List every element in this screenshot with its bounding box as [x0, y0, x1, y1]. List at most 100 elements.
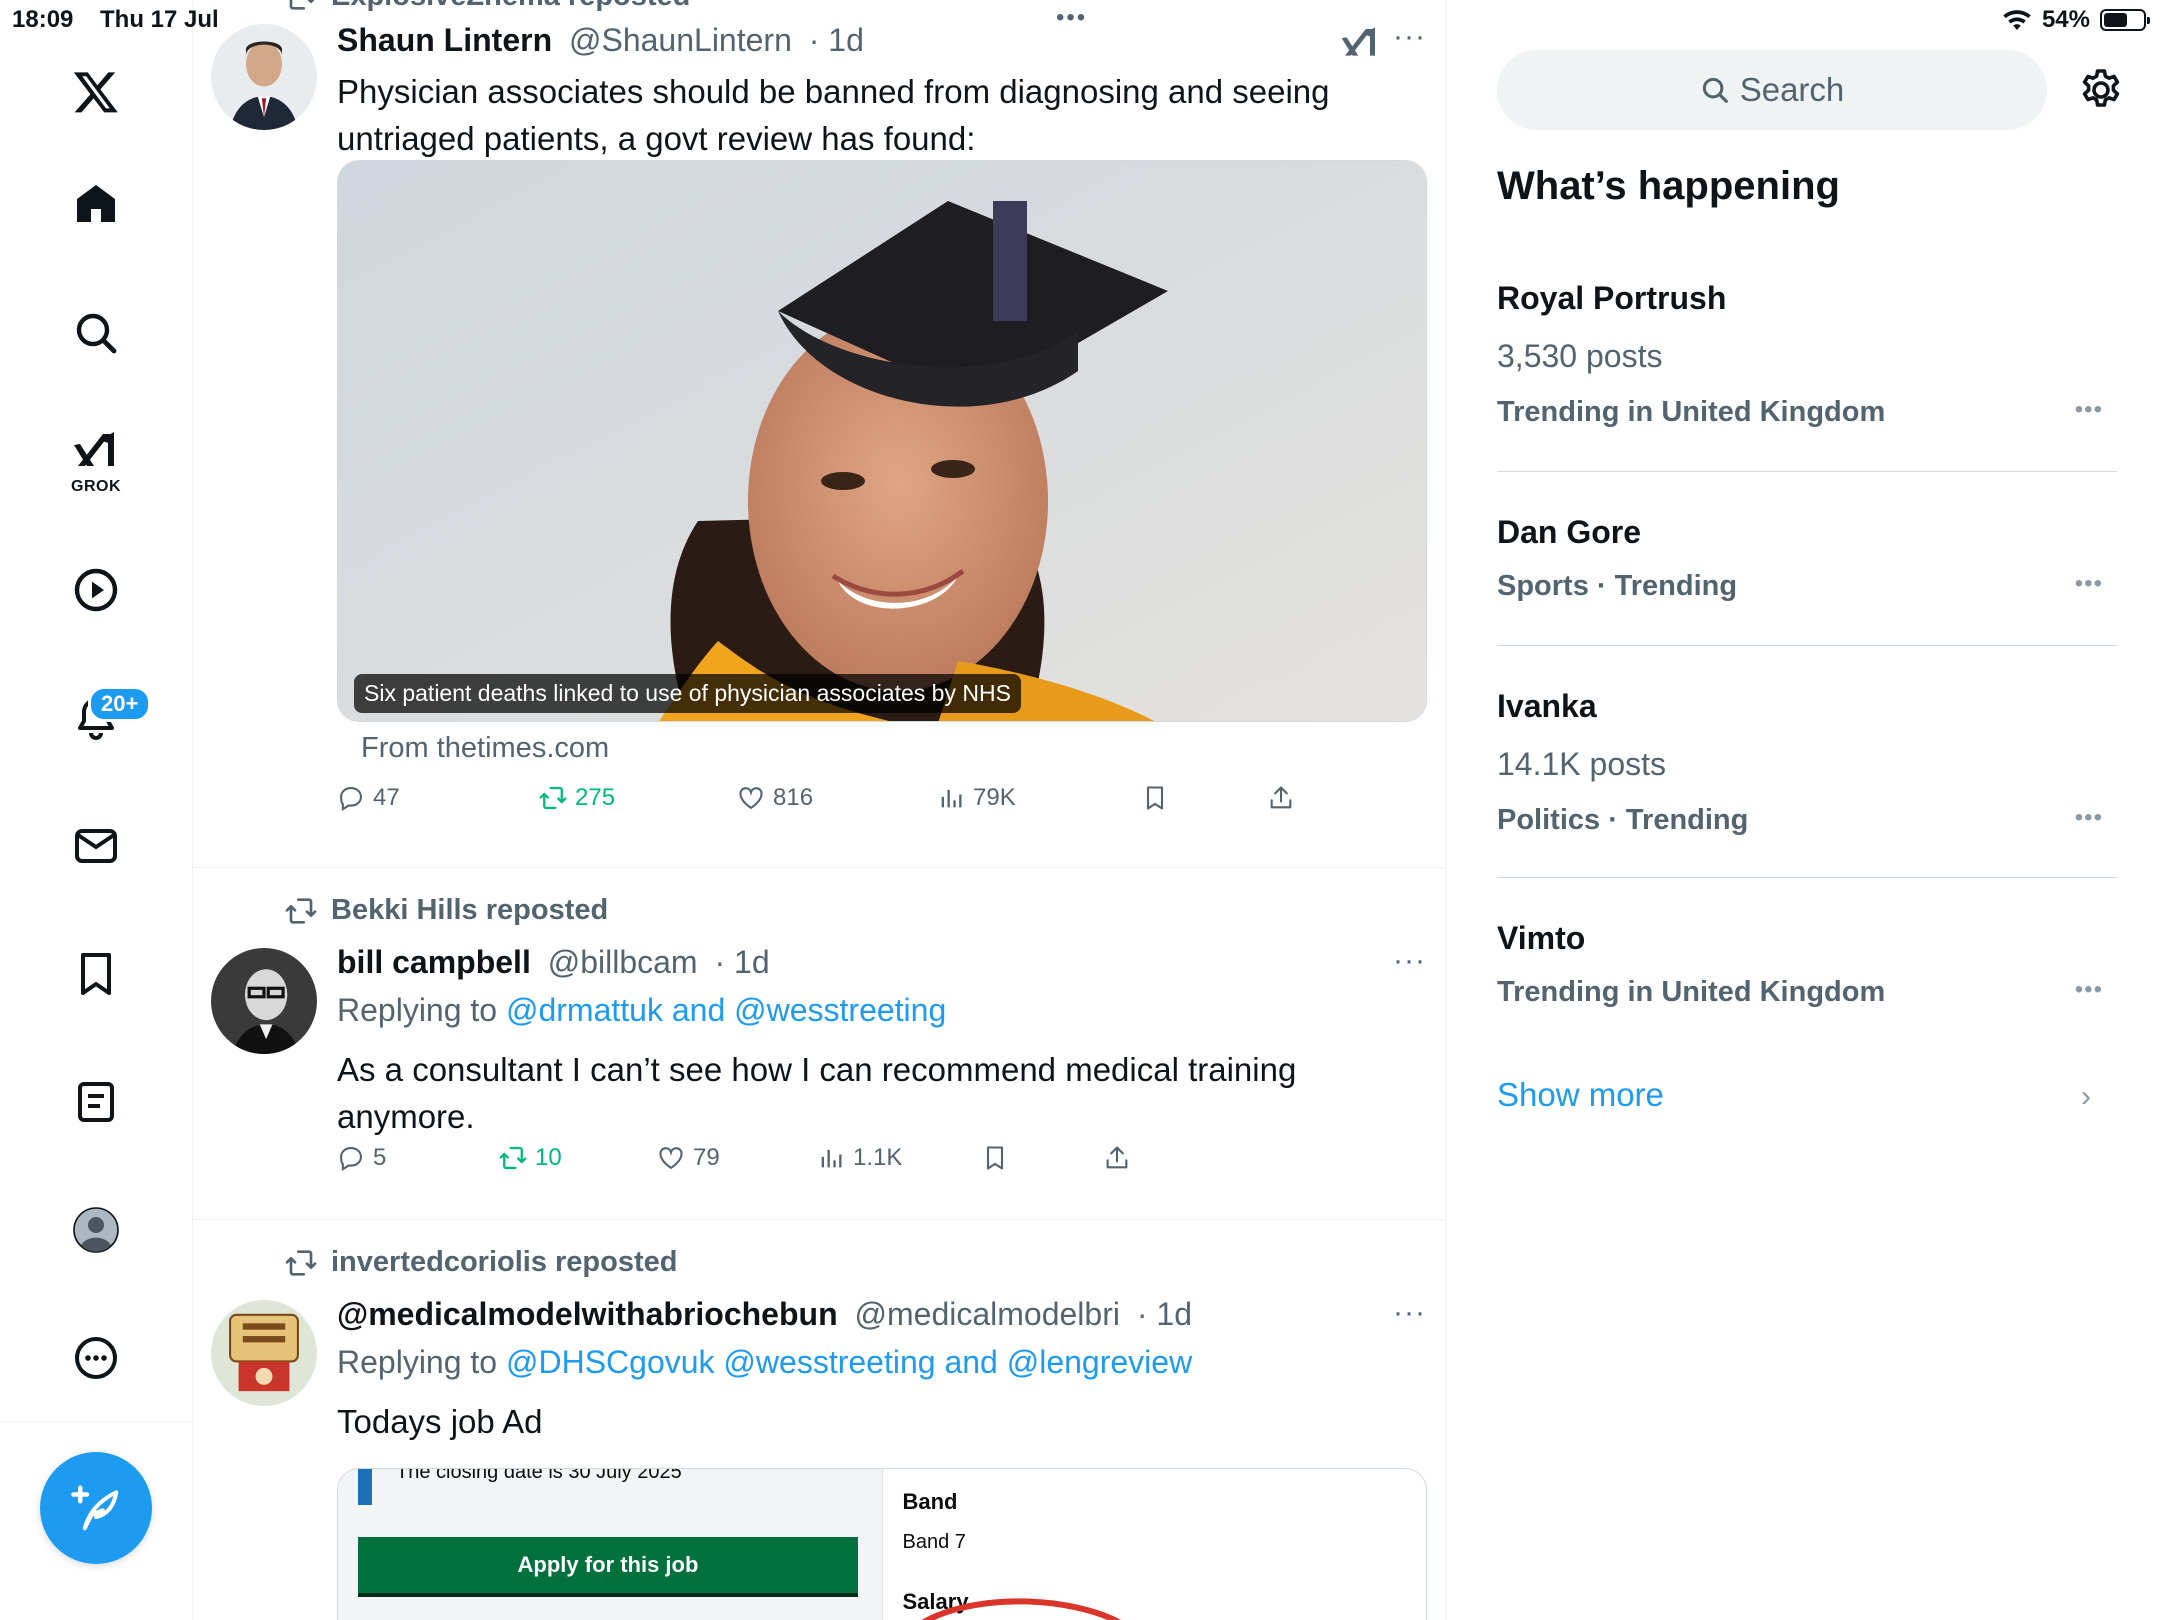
author-handle[interactable]: @medicalmodelbri	[855, 1296, 1120, 1332]
list-icon	[78, 1082, 114, 1122]
apply-for-job-button[interactable]: Apply for this job	[358, 1537, 858, 1597]
nav-divider	[0, 1422, 193, 1423]
tweet-media-card[interactable]: Six patient deaths linked to use of phys…	[337, 160, 1427, 722]
job-ad-left-pane: The closing date is 30 July 2025 Apply f…	[338, 1469, 882, 1620]
trend-more-icon[interactable]: •••	[2075, 976, 2103, 1004]
gear-icon[interactable]	[2077, 66, 2125, 114]
nav-video[interactable]	[56, 550, 136, 630]
trend-item[interactable]: Dan Gore Sports · Trending •••	[1497, 512, 2117, 622]
red-circle-annotation	[921, 1598, 1120, 1620]
repost-count: 10	[535, 1144, 562, 1171]
bookmark-button[interactable]	[1141, 784, 1169, 812]
more-circle-icon	[75, 1337, 117, 1379]
repost-label: Bekki Hills reposted	[331, 894, 609, 926]
nav-more[interactable]	[56, 1318, 136, 1398]
replying-prefix: Replying to	[337, 1344, 506, 1380]
trend-divider	[1497, 877, 2117, 878]
nav-profile[interactable]	[56, 1190, 136, 1270]
repost-button[interactable]: 10	[499, 1144, 562, 1172]
avatar[interactable]	[211, 1300, 317, 1406]
tweet-shaun-lintern[interactable]: ExplosiveZnema reposted Shaun Lintern @S…	[193, 0, 1445, 868]
replying-prefix: Replying to	[337, 992, 506, 1028]
nav-bookmarks[interactable]	[56, 934, 136, 1014]
nav-grok[interactable]: GROK	[56, 420, 136, 500]
job-ad-closing: The closing date is 30 July 2025	[396, 1468, 682, 1483]
repost-icon	[539, 786, 567, 810]
link-source[interactable]: From thetimes.com	[361, 732, 609, 765]
like-button[interactable]: 79	[657, 1144, 720, 1172]
repost-indicator: Bekki Hills reposted	[285, 894, 608, 927]
repost-icon	[285, 1249, 317, 1276]
show-more-link[interactable]: Show more	[1497, 1076, 1664, 1114]
chevron-right-icon[interactable]: ›	[2081, 1080, 2091, 1114]
reply-button[interactable]: 47	[337, 784, 400, 812]
share-button[interactable]	[1267, 784, 1295, 812]
reply-button[interactable]: 5	[337, 1144, 386, 1172]
tweet-text: Todays job Ad	[337, 1403, 543, 1440]
compose-button[interactable]	[40, 1452, 152, 1564]
nav-home[interactable]	[56, 164, 136, 244]
nav-lists[interactable]	[56, 1062, 136, 1142]
band-heading: Band	[902, 1489, 958, 1514]
tweet-time[interactable]: · 1d	[1137, 1296, 1192, 1332]
tweet-bill-campbell[interactable]: Bekki Hills reposted bill campbell @bill…	[193, 868, 1445, 1220]
play-circle-icon	[74, 568, 118, 612]
tweet-time[interactable]: · 1d	[714, 944, 769, 980]
reply-icon	[340, 787, 362, 811]
views-button[interactable]: 79K	[937, 784, 1016, 812]
trend-item[interactable]: Vimto Trending in United Kingdom •••	[1497, 918, 2117, 1028]
status-date: Thu 17 Jul	[100, 6, 219, 33]
multitask-dots[interactable]: •••	[1056, 4, 1087, 32]
heart-icon	[659, 1147, 683, 1170]
search-placeholder: Search	[1739, 71, 1845, 108]
status-right: 54%	[2002, 6, 2150, 34]
tweet-more-icon[interactable]: ···	[1393, 944, 1426, 978]
battery-percent: 54%	[2041, 6, 2090, 33]
repost-button[interactable]: 275	[539, 784, 615, 812]
like-button[interactable]: 816	[737, 784, 813, 812]
views-button[interactable]: 1.1K	[817, 1144, 902, 1172]
search-input[interactable]: Search	[1497, 50, 2047, 130]
author-name[interactable]: @medicalmodelwithabriochebun	[337, 1296, 838, 1332]
whats-happening-title: What’s happening	[1497, 164, 1840, 208]
tweet-more-icon[interactable]: ···	[1393, 1296, 1426, 1330]
trend-divider	[1497, 471, 2117, 472]
wifi-icon	[2003, 10, 2031, 30]
trend-name: Vimto	[1497, 920, 1586, 956]
notification-badge: 20+	[88, 686, 152, 722]
nav-x-logo[interactable]	[56, 52, 136, 132]
repost-icon	[499, 1146, 527, 1170]
author-name[interactable]: bill campbell	[337, 944, 531, 980]
avatar[interactable]	[211, 948, 317, 1054]
profile-avatar-icon	[73, 1207, 119, 1253]
trend-name: Ivanka	[1497, 688, 1597, 724]
view-count: 1.1K	[853, 1144, 903, 1171]
trend-more-icon[interactable]: •••	[2075, 570, 2103, 598]
replying-to-link[interactable]: @DHSCgovuk @wesstreeting and @lengreview	[506, 1344, 1192, 1380]
repost-count: 275	[575, 784, 616, 811]
nav-explore[interactable]	[56, 293, 136, 373]
job-ad-media[interactable]: The closing date is 30 July 2025 Apply f…	[337, 1468, 1427, 1620]
bookmark-button[interactable]	[981, 1144, 1009, 1172]
trend-more-icon[interactable]: •••	[2075, 396, 2103, 424]
reply-count: 47	[373, 784, 400, 811]
compose-feather-icon	[71, 1485, 119, 1531]
tweet-text: As a consultant I can’t see how I can re…	[337, 1051, 1297, 1135]
search-icon	[76, 313, 117, 354]
search-icon	[1702, 77, 1728, 103]
replying-to-link[interactable]: @drmattuk and @wesstreeting	[506, 992, 946, 1028]
left-nav: GROK 20+	[0, 0, 193, 1620]
share-button[interactable]	[1103, 1144, 1131, 1172]
trend-item[interactable]: Royal Portrush 3,530 posts Trending in U…	[1497, 278, 2117, 438]
author-handle[interactable]: @billbcam	[548, 944, 698, 980]
view-count: 79K	[973, 784, 1016, 811]
reply-count: 5	[373, 1144, 387, 1171]
trend-meta: Sports · Trending	[1497, 570, 1738, 602]
trend-more-icon[interactable]: •••	[2075, 804, 2103, 832]
trend-item[interactable]: Ivanka 14.1K posts Politics · Trending •…	[1497, 686, 2117, 846]
nav-messages[interactable]	[56, 806, 136, 886]
job-ad-right-pane: Band Band 7 Salary	[881, 1469, 1426, 1620]
reply-icon	[340, 1147, 362, 1171]
x-logo-icon	[73, 72, 118, 113]
status-time: 18:09	[12, 6, 74, 33]
